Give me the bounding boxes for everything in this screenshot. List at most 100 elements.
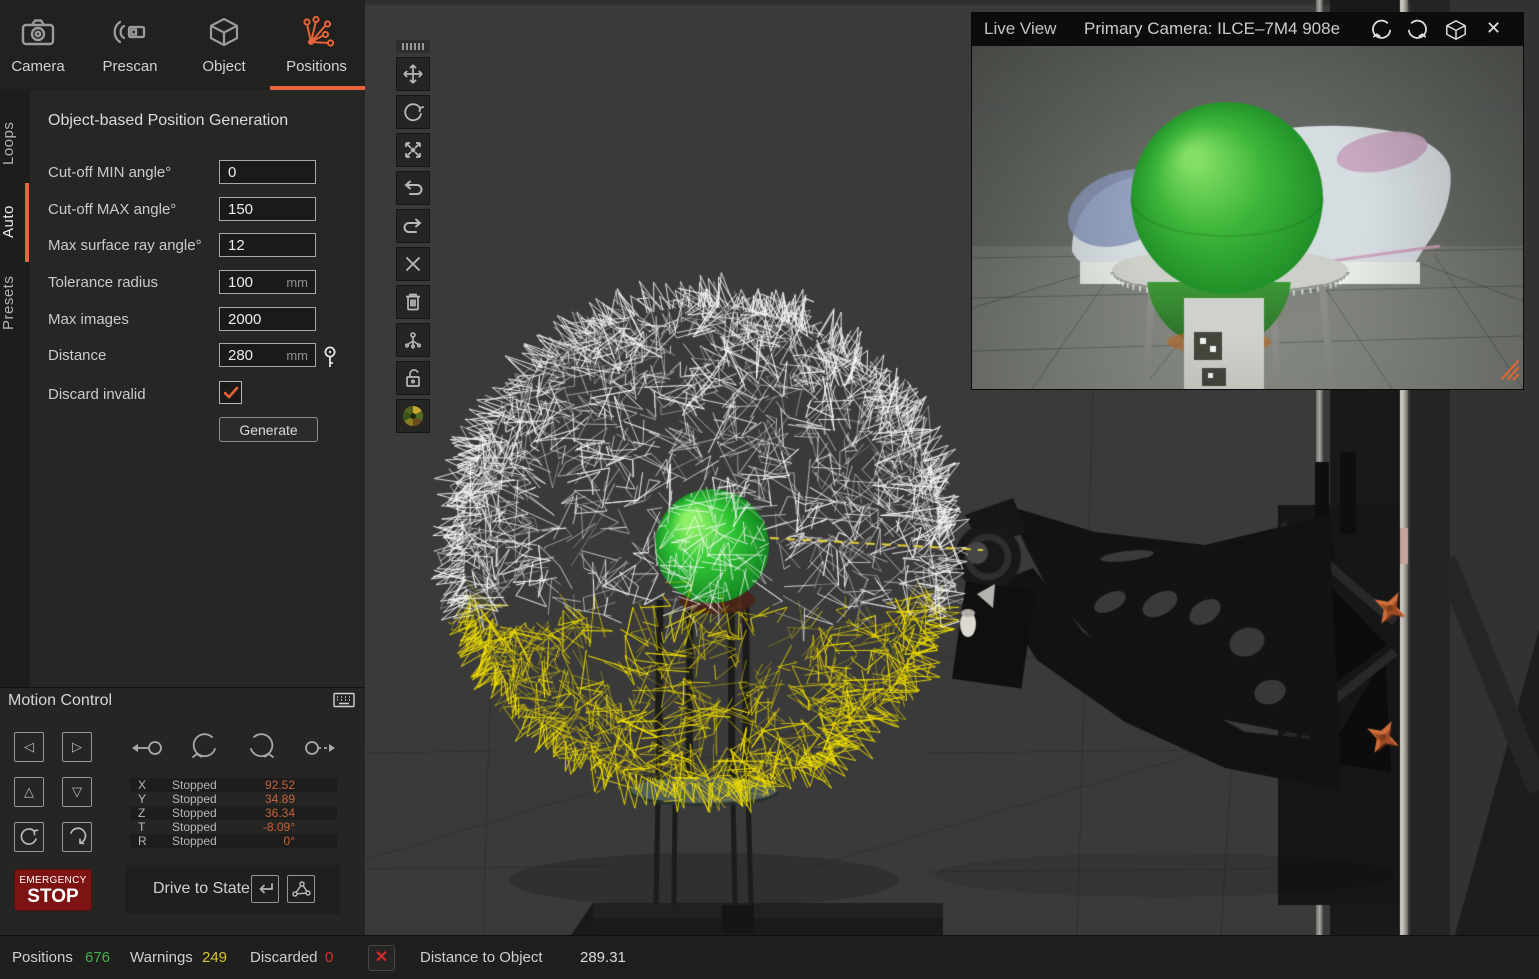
axis-status: Stopped [172, 792, 217, 806]
discard-invalid-label: Discard invalid [48, 386, 146, 403]
keyboard-icon[interactable] [333, 692, 355, 713]
rotate-tool-button[interactable] [396, 95, 430, 129]
max-images-input[interactable] [220, 308, 315, 330]
nav-tab-object[interactable]: Object [190, 8, 258, 90]
max-images-label: Max images [48, 311, 129, 328]
live-view-camera-label: Primary Camera: ILCE–7M4 908e [1084, 19, 1340, 39]
axis-row-t: T Stopped -8.09° [130, 820, 337, 834]
jog-right-button[interactable]: ▷ [62, 732, 92, 762]
discarded-value: 0 [325, 949, 333, 966]
clear-discarded-button[interactable]: ✕ [368, 945, 395, 971]
drive-execute-button[interactable] [251, 875, 279, 903]
cutoff-min-field [219, 160, 316, 184]
live-view-panel: Live View Primary Camera: ILCE–7M4 908e … [971, 12, 1524, 390]
tolerance-radius-input[interactable] [220, 271, 315, 293]
scale-tool-button[interactable] [396, 133, 430, 167]
axis-status: Stopped [172, 820, 217, 834]
jog-up-button[interactable]: △ [14, 777, 44, 807]
positions-label: Positions [12, 949, 73, 966]
nav-label: Camera [6, 58, 70, 75]
drive-to-state-label: Drive to State [153, 880, 250, 898]
nav-tab-camera[interactable]: Camera [6, 8, 70, 90]
axis-row-z: Z Stopped 36.34 [130, 806, 337, 820]
cube-icon [190, 8, 258, 56]
rotate-cw-icon[interactable] [1406, 18, 1429, 46]
surface-ray-input[interactable] [220, 234, 315, 256]
cutoff-max-label: Cut-off MAX angle° [48, 201, 176, 218]
axis-status: Stopped [172, 806, 217, 820]
nav-label: Positions [268, 58, 365, 75]
axis-status: Stopped [172, 778, 217, 792]
emergency-label: EMERGENCY [15, 875, 91, 886]
lock-button[interactable] [396, 361, 430, 395]
drive-path-button[interactable] [287, 875, 315, 903]
return-arrow-icon [256, 881, 274, 897]
linkage-icon [291, 880, 311, 898]
nav-label: Object [190, 58, 258, 75]
discard-invalid-checkbox[interactable] [219, 381, 242, 404]
warnings-label: Warnings [130, 949, 193, 966]
jog-left-button[interactable]: ◁ [14, 732, 44, 762]
jog-rotate-ccw-button[interactable] [14, 822, 44, 852]
redo-button[interactable] [396, 209, 430, 243]
cube-icon[interactable] [1444, 18, 1468, 47]
tripod-icon [402, 329, 424, 351]
go-to-end-icon[interactable] [303, 735, 339, 766]
rotate-ccw-icon[interactable] [1370, 18, 1393, 46]
move-tool-button[interactable] [396, 57, 430, 91]
deselect-button[interactable] [396, 247, 430, 281]
nav-label: Prescan [94, 58, 166, 75]
aperture-icon [401, 404, 425, 428]
scale-icon [402, 139, 424, 161]
active-tab-indicator [270, 86, 365, 90]
unlock-icon [403, 367, 423, 389]
axis-row-y: Y Stopped 34.89 [130, 792, 337, 806]
rotate-ccw-icon[interactable] [187, 731, 221, 768]
max-images-field [219, 307, 316, 331]
axis-value: 92.52 [225, 778, 295, 792]
live-view-header[interactable]: Live View Primary Camera: ILCE–7M4 908e … [972, 13, 1523, 46]
close-icon[interactable]: ✕ [1486, 17, 1501, 39]
cutoff-min-input[interactable] [220, 161, 315, 183]
trash-icon [403, 291, 423, 313]
surface-ray-field [219, 233, 316, 257]
distance-input[interactable] [220, 344, 315, 366]
axis-status-table: X Stopped 92.52 Y Stopped 34.89 Z Stoppe… [130, 778, 337, 848]
prescan-icon [94, 8, 166, 56]
rotate-cw-icon[interactable] [245, 731, 279, 768]
cutoff-min-label: Cut-off MIN angle° [48, 164, 171, 181]
close-icon [403, 254, 423, 274]
cutoff-max-input[interactable] [220, 198, 315, 220]
distance-field: mm [219, 343, 316, 367]
axis-value: 34.89 [225, 792, 295, 806]
motion-control-panel: Motion Control ◁ ▷ △ ▽ X Stopped [0, 687, 365, 935]
position-generation-panel: Object-based Position Generation Cut-off… [30, 90, 365, 687]
distance-pin-icon[interactable] [323, 345, 337, 374]
nav-tab-prescan[interactable]: Prescan [94, 8, 166, 90]
move-icon [402, 63, 424, 85]
discarded-label: Discarded [250, 949, 318, 966]
jog-rotate-cw-button[interactable] [62, 822, 92, 852]
camera-icon [6, 8, 70, 56]
generate-button[interactable]: Generate [219, 417, 318, 442]
distance-to-object-label: Distance to Object [420, 949, 543, 966]
toolbar-drag-handle[interactable] [396, 40, 430, 53]
warnings-value: 249 [202, 949, 227, 966]
jog-down-button[interactable]: ▽ [62, 777, 92, 807]
surface-ray-label: Max surface ray angle° [48, 237, 202, 254]
side-tab-loops[interactable]: Loops [0, 112, 30, 174]
undo-button[interactable] [396, 171, 430, 205]
aperture-button[interactable] [396, 399, 430, 433]
axis-status: Stopped [172, 834, 217, 848]
side-tab-presets[interactable]: Presets [0, 270, 30, 336]
tripod-tool-button[interactable] [396, 323, 430, 357]
go-to-start-icon[interactable] [128, 735, 164, 766]
nav-tab-positions[interactable]: Positions [268, 8, 365, 90]
tolerance-radius-field: mm [219, 270, 316, 294]
check-icon [223, 386, 239, 400]
axis-row-r: R Stopped 0° [130, 834, 337, 848]
emergency-stop-button[interactable]: EMERGENCY STOP [14, 869, 92, 911]
delete-button[interactable] [396, 285, 430, 319]
distance-to-object-value: 289.31 [580, 949, 626, 966]
resize-handle[interactable] [1492, 355, 1520, 386]
